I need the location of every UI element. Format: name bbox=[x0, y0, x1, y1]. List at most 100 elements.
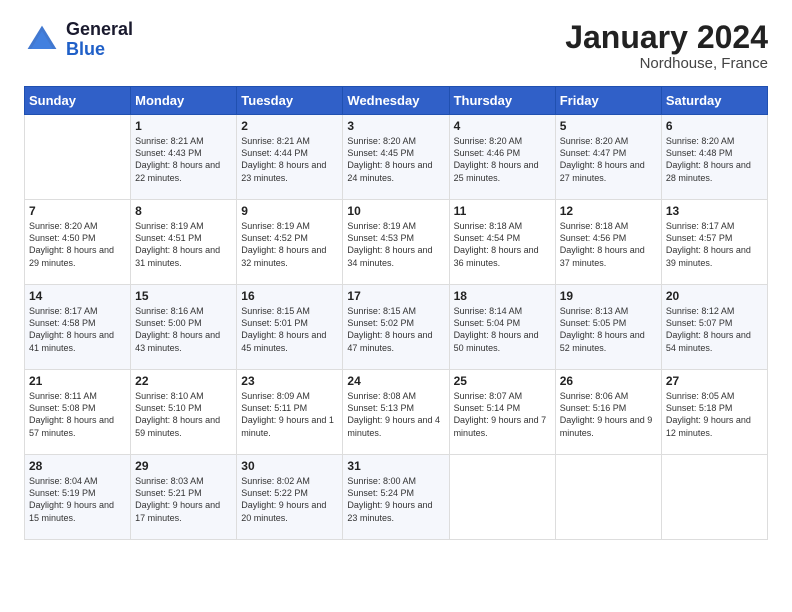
day-number: 21 bbox=[29, 374, 126, 388]
cell-0-0 bbox=[25, 115, 131, 200]
day-number: 19 bbox=[560, 289, 657, 303]
cell-0-4: 4Sunrise: 8:20 AM Sunset: 4:46 PM Daylig… bbox=[449, 115, 555, 200]
cell-4-3: 31Sunrise: 8:00 AM Sunset: 5:24 PM Dayli… bbox=[343, 455, 449, 540]
day-info: Sunrise: 8:00 AM Sunset: 5:24 PM Dayligh… bbox=[347, 475, 444, 524]
day-number: 25 bbox=[454, 374, 551, 388]
cell-0-2: 2Sunrise: 8:21 AM Sunset: 4:44 PM Daylig… bbox=[237, 115, 343, 200]
day-info: Sunrise: 8:18 AM Sunset: 4:54 PM Dayligh… bbox=[454, 220, 551, 269]
col-header-thursday: Thursday bbox=[449, 87, 555, 115]
col-header-friday: Friday bbox=[555, 87, 661, 115]
cell-4-0: 28Sunrise: 8:04 AM Sunset: 5:19 PM Dayli… bbox=[25, 455, 131, 540]
week-row-2: 14Sunrise: 8:17 AM Sunset: 4:58 PM Dayli… bbox=[25, 285, 768, 370]
cell-3-2: 23 Sunrise: 8:09 AM Sunset: 5:11 PM Dayli… bbox=[237, 370, 343, 455]
day-number: 11 bbox=[454, 204, 551, 218]
logo: General Blue bbox=[24, 20, 133, 60]
day-info: Sunrise: 8:19 AM Sunset: 4:51 PM Dayligh… bbox=[135, 220, 232, 269]
week-row-1: 7 Sunrise: 8:20 AM Sunset: 4:50 PM Daylig… bbox=[25, 200, 768, 285]
logo-icon bbox=[24, 22, 60, 58]
day-number: 23 bbox=[241, 374, 338, 388]
day-number: 17 bbox=[347, 289, 444, 303]
col-header-wednesday: Wednesday bbox=[343, 87, 449, 115]
day-info: Sunrise: 8:20 AM Sunset: 4:46 PM Dayligh… bbox=[454, 135, 551, 184]
day-info: Sunrise: 8:04 AM Sunset: 5:19 PM Dayligh… bbox=[29, 475, 126, 524]
day-number: 30 bbox=[241, 459, 338, 473]
day-number: 22 bbox=[135, 374, 232, 388]
week-row-0: 1 Sunrise: 8:21 AM Sunset: 4:43 PM Daylig… bbox=[25, 115, 768, 200]
day-number: 29 bbox=[135, 459, 232, 473]
header: General Blue January 2024 Nordhouse, Fra… bbox=[24, 20, 768, 72]
cell-4-5 bbox=[555, 455, 661, 540]
cell-3-3: 24 Sunrise: 8:08 AM Sunset: 5:13 PM Dayli… bbox=[343, 370, 449, 455]
day-info: Sunrise: 8:06 AM Sunset: 5:16 PM Dayligh… bbox=[560, 390, 657, 439]
day-info: Sunrise: 8:03 AM Sunset: 5:21 PM Dayligh… bbox=[135, 475, 232, 524]
day-number: 9 bbox=[241, 204, 338, 218]
cell-3-0: 21 Sunrise: 8:11 AM Sunset: 5:08 PM Dayli… bbox=[25, 370, 131, 455]
logo-blue: Blue bbox=[66, 39, 105, 59]
cell-2-1: 15Sunrise: 8:16 AM Sunset: 5:00 PM Dayli… bbox=[131, 285, 237, 370]
day-info: Sunrise: 8:10 AM Sunset: 5:10 PM Dayligh… bbox=[135, 390, 232, 439]
cell-2-2: 16 Sunrise: 8:15 AM Sunset: 5:01 PM Dayli… bbox=[237, 285, 343, 370]
day-info: Sunrise: 8:09 AM Sunset: 5:11 PM Dayligh… bbox=[241, 390, 338, 439]
day-info: Sunrise: 8:14 AM Sunset: 5:04 PM Dayligh… bbox=[454, 305, 551, 354]
cell-1-4: 11 Sunrise: 8:18 AM Sunset: 4:54 PM Dayli… bbox=[449, 200, 555, 285]
day-info: Sunrise: 8:05 AM Sunset: 5:18 PM Dayligh… bbox=[666, 390, 763, 439]
week-row-3: 21 Sunrise: 8:11 AM Sunset: 5:08 PM Dayli… bbox=[25, 370, 768, 455]
day-number: 24 bbox=[347, 374, 444, 388]
week-row-4: 28Sunrise: 8:04 AM Sunset: 5:19 PM Dayli… bbox=[25, 455, 768, 540]
day-number: 8 bbox=[135, 204, 232, 218]
col-header-tuesday: Tuesday bbox=[237, 87, 343, 115]
cell-0-3: 3 Sunrise: 8:20 AM Sunset: 4:45 PM Daylig… bbox=[343, 115, 449, 200]
day-number: 14 bbox=[29, 289, 126, 303]
day-number: 2 bbox=[241, 119, 338, 133]
cell-4-6 bbox=[661, 455, 767, 540]
cell-4-4 bbox=[449, 455, 555, 540]
cell-3-4: 25Sunrise: 8:07 AM Sunset: 5:14 PM Dayli… bbox=[449, 370, 555, 455]
cell-0-5: 5Sunrise: 8:20 AM Sunset: 4:47 PM Daylig… bbox=[555, 115, 661, 200]
day-info: Sunrise: 8:02 AM Sunset: 5:22 PM Dayligh… bbox=[241, 475, 338, 524]
calendar-table: SundayMondayTuesdayWednesdayThursdayFrid… bbox=[24, 86, 768, 540]
day-info: Sunrise: 8:15 AM Sunset: 5:02 PM Dayligh… bbox=[347, 305, 444, 354]
day-info: Sunrise: 8:20 AM Sunset: 4:45 PM Dayligh… bbox=[347, 135, 444, 184]
col-header-monday: Monday bbox=[131, 87, 237, 115]
header-row: SundayMondayTuesdayWednesdayThursdayFrid… bbox=[25, 87, 768, 115]
logo-general: General bbox=[66, 19, 133, 39]
day-number: 3 bbox=[347, 119, 444, 133]
cell-0-1: 1 Sunrise: 8:21 AM Sunset: 4:43 PM Daylig… bbox=[131, 115, 237, 200]
day-info: Sunrise: 8:21 AM Sunset: 4:43 PM Dayligh… bbox=[135, 135, 232, 184]
day-number: 20 bbox=[666, 289, 763, 303]
page: General Blue January 2024 Nordhouse, Fra… bbox=[0, 0, 792, 612]
day-info: Sunrise: 8:19 AM Sunset: 4:53 PM Dayligh… bbox=[347, 220, 444, 269]
cell-1-5: 12Sunrise: 8:18 AM Sunset: 4:56 PM Dayli… bbox=[555, 200, 661, 285]
cell-3-1: 22 Sunrise: 8:10 AM Sunset: 5:10 PM Dayli… bbox=[131, 370, 237, 455]
cell-1-2: 9 Sunrise: 8:19 AM Sunset: 4:52 PM Daylig… bbox=[237, 200, 343, 285]
day-info: Sunrise: 8:19 AM Sunset: 4:52 PM Dayligh… bbox=[241, 220, 338, 269]
cell-3-5: 26Sunrise: 8:06 AM Sunset: 5:16 PM Dayli… bbox=[555, 370, 661, 455]
day-info: Sunrise: 8:18 AM Sunset: 4:56 PM Dayligh… bbox=[560, 220, 657, 269]
day-info: Sunrise: 8:11 AM Sunset: 5:08 PM Dayligh… bbox=[29, 390, 126, 439]
day-info: Sunrise: 8:15 AM Sunset: 5:01 PM Dayligh… bbox=[241, 305, 338, 354]
day-info: Sunrise: 8:13 AM Sunset: 5:05 PM Dayligh… bbox=[560, 305, 657, 354]
cell-4-1: 29 Sunrise: 8:03 AM Sunset: 5:21 PM Dayli… bbox=[131, 455, 237, 540]
logo-text: General Blue bbox=[66, 20, 133, 60]
day-number: 16 bbox=[241, 289, 338, 303]
day-number: 6 bbox=[666, 119, 763, 133]
col-header-sunday: Sunday bbox=[25, 87, 131, 115]
day-info: Sunrise: 8:17 AM Sunset: 4:57 PM Dayligh… bbox=[666, 220, 763, 269]
col-header-saturday: Saturday bbox=[661, 87, 767, 115]
day-number: 18 bbox=[454, 289, 551, 303]
day-info: Sunrise: 8:20 AM Sunset: 4:50 PM Dayligh… bbox=[29, 220, 126, 269]
day-number: 13 bbox=[666, 204, 763, 218]
day-info: Sunrise: 8:08 AM Sunset: 5:13 PM Dayligh… bbox=[347, 390, 444, 439]
month-title: January 2024 bbox=[565, 20, 768, 55]
cell-2-5: 19 Sunrise: 8:13 AM Sunset: 5:05 PM Dayli… bbox=[555, 285, 661, 370]
cell-0-6: 6 Sunrise: 8:20 AM Sunset: 4:48 PM Daylig… bbox=[661, 115, 767, 200]
day-info: Sunrise: 8:20 AM Sunset: 4:48 PM Dayligh… bbox=[666, 135, 763, 184]
day-number: 10 bbox=[347, 204, 444, 218]
cell-1-0: 7 Sunrise: 8:20 AM Sunset: 4:50 PM Daylig… bbox=[25, 200, 131, 285]
day-number: 7 bbox=[29, 204, 126, 218]
day-number: 1 bbox=[135, 119, 232, 133]
cell-2-6: 20 Sunrise: 8:12 AM Sunset: 5:07 PM Dayli… bbox=[661, 285, 767, 370]
day-info: Sunrise: 8:12 AM Sunset: 5:07 PM Dayligh… bbox=[666, 305, 763, 354]
day-info: Sunrise: 8:20 AM Sunset: 4:47 PM Dayligh… bbox=[560, 135, 657, 184]
day-number: 27 bbox=[666, 374, 763, 388]
